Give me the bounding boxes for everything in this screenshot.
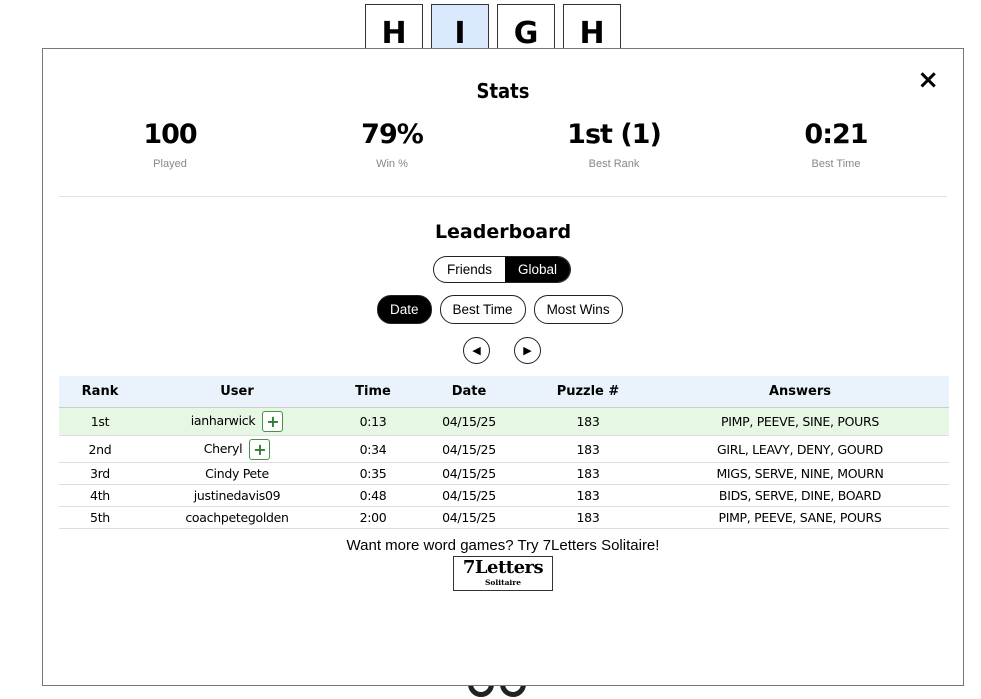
scope-toggle: Friends Global [433, 256, 572, 283]
cell-rank: 2nd [59, 435, 141, 463]
col-user: User [220, 384, 254, 399]
cell-date: 04/15/25 [413, 506, 525, 529]
username: Cheryl [203, 440, 243, 456]
table-row-current-user: 1st ianharwick + 0:13 04/15/25 183 PIMP, … [59, 407, 949, 436]
cell-rank: 4th [59, 484, 141, 507]
logo-sub: Solitaire [484, 578, 521, 587]
sort-options: Date Best Time Most Wins [377, 295, 623, 324]
add-friend-button[interactable]: + [249, 438, 271, 460]
col-rank: Rank [81, 384, 119, 399]
stat-best-time: 0:21 Best Time [725, 119, 947, 170]
table-row: 3rd Cindy Pete 0:35 04/15/25 183 MIGS, S… [59, 462, 949, 485]
stat-label: Best Time [811, 158, 861, 170]
stat-value: 1st (1) [567, 119, 662, 150]
stat-played: 100 Played [59, 119, 281, 170]
stats-title: Stats [476, 79, 530, 103]
logo-main: 7Letters [462, 557, 544, 578]
username: ianharwick [190, 413, 256, 428]
cell-puzzle: 183 [525, 407, 651, 436]
stat-value: 79% [361, 119, 424, 150]
table-header: Rank User Time Date Puzzle # Answers [59, 376, 949, 408]
stat-win-percent: 79% Win % [281, 119, 503, 170]
stat-value: 100 [143, 119, 197, 150]
stat-value: 0:21 [804, 119, 868, 150]
stat-label: Win % [376, 158, 408, 170]
cell-answers: MIGS, SERVE, NINE, MOURN [651, 462, 949, 485]
sort-best-time-button[interactable]: Best Time [439, 295, 526, 324]
cell-rank: 1st [59, 407, 141, 436]
cell-time: 0:48 [333, 484, 413, 507]
cell-rank: 5th [59, 506, 141, 529]
sort-date-button[interactable]: Date [377, 295, 432, 324]
cell-answers: PIMP, PEEVE, SANE, POURS [651, 506, 949, 529]
tab-global[interactable]: Global [505, 257, 571, 282]
cell-date: 04/15/25 [413, 484, 525, 507]
stats-row: 100 Played 79% Win % 1st (1) Best Rank 0… [59, 119, 947, 170]
col-time: Time [355, 384, 391, 399]
sort-most-wins-button[interactable]: Most Wins [533, 295, 623, 324]
tab-friends[interactable]: Friends [434, 257, 505, 282]
date-navigation: ◀ ▶ [463, 337, 541, 364]
table-row: 2nd Cheryl + 0:34 04/15/25 183 GIRL, LEAV… [59, 435, 949, 463]
cell-answers: GIRL, LEAVY, DENY, GOURD [651, 435, 949, 463]
next-arrow-icon[interactable]: ▶ [514, 337, 541, 364]
cell-date: 04/15/25 [413, 407, 525, 436]
stat-label: Played [153, 158, 187, 170]
cell-user: coachpetegolden [141, 506, 333, 529]
leaderboard-table: Rank User Time Date Puzzle # Answers 1st… [59, 376, 949, 529]
cell-date: 04/15/25 [413, 462, 525, 485]
cell-puzzle: 183 [525, 435, 651, 463]
col-puzzle: Puzzle # [556, 384, 620, 399]
cell-time: 0:35 [333, 462, 413, 485]
cell-user: Cheryl + [141, 435, 333, 463]
cell-time: 0:13 [333, 407, 413, 436]
stat-label: Best Rank [588, 158, 640, 170]
cell-date: 04/15/25 [413, 435, 525, 463]
col-date: Date [451, 384, 487, 399]
table-row: 5th coachpetegolden 2:00 04/15/25 183 PI… [59, 506, 949, 529]
table-row: 4th justinedavis09 0:48 04/15/25 183 BID… [59, 484, 949, 507]
leaderboard-title: Leaderboard [434, 221, 572, 243]
cell-puzzle: 183 [525, 484, 651, 507]
cell-user: ianharwick + [141, 407, 333, 436]
cell-answers: PIMP, PEEVE, SINE, POURS [651, 407, 949, 436]
stat-best-rank: 1st (1) Best Rank [503, 119, 725, 170]
add-friend-button[interactable]: + [262, 411, 284, 432]
promo-text: Want more word games? Try 7Letters Solit… [346, 537, 660, 554]
cell-answers: BIDS, SERVE, DINE, BOARD [651, 484, 949, 507]
cell-puzzle: 183 [525, 462, 651, 485]
cell-puzzle: 183 [525, 506, 651, 529]
cell-user: Cindy Pete [141, 462, 333, 485]
prev-arrow-icon[interactable]: ◀ [463, 337, 490, 364]
col-answers: Answers [768, 384, 832, 399]
solitaire-logo-link[interactable]: 7Letters Solitaire [453, 556, 553, 591]
stats-modal: × Stats 100 Played 79% Win % 1st (1) Bes… [42, 48, 964, 686]
cell-rank: 3rd [59, 462, 141, 485]
cell-time: 2:00 [333, 506, 413, 529]
cell-time: 0:34 [333, 435, 413, 463]
divider [59, 196, 947, 197]
cell-user: justinedavis09 [141, 484, 333, 507]
